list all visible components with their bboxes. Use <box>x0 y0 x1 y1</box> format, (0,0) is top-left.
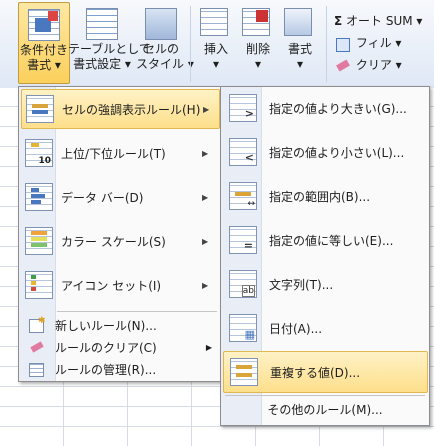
format-icon <box>284 8 316 40</box>
menu-item-label: カラー スケール(S) <box>61 234 166 249</box>
submenu-arrow-icon: ▶ <box>202 280 209 290</box>
insert-button[interactable]: 挿入 ▾ <box>196 2 236 82</box>
submenu-item-label: 指定の範囲内(B)... <box>269 189 371 204</box>
highlight-rules-icon <box>26 95 54 123</box>
submenu-item-more-rules[interactable]: その他のルール(M)... <box>221 399 429 421</box>
submenu-item-duplicate-values[interactable]: 重複する値(D)... <box>223 351 428 393</box>
date-icon: ▦ <box>229 314 257 342</box>
menu-item-highlight-rules[interactable]: セルの強調表示ルール(H) ▶ <box>21 89 220 129</box>
less-than-icon: < <box>229 138 257 166</box>
menu-item-label: ルールの管理(R)... <box>55 362 157 377</box>
menu-item-color-scales[interactable]: カラー スケール(S) ▶ <box>21 221 218 261</box>
format-as-table-icon <box>86 8 118 40</box>
submenu-item-label: 指定の値より大きい(G)... <box>269 101 407 116</box>
menu-separator <box>225 395 425 396</box>
clear-label: クリア <box>355 58 392 72</box>
sigma-icon: Σ <box>334 14 343 28</box>
fill-label: フィル <box>355 36 392 50</box>
submenu-item-label: 指定の値より小さい(L)... <box>269 145 405 160</box>
menu-item-data-bars[interactable]: データ バー(D) ▶ <box>21 177 218 217</box>
format-dropdown-arrow[interactable]: ▾ <box>280 57 320 72</box>
ribbon-separator <box>190 6 191 82</box>
submenu-item-between[interactable]: ↔ 指定の範囲内(B)... <box>223 175 426 217</box>
clear-button[interactable]: クリア ▾ <box>334 54 422 76</box>
submenu-item-greater-than[interactable]: > 指定の値より大きい(G)... <box>223 87 426 129</box>
delete-label: 削除 <box>245 42 270 56</box>
conditional-formatting-label-1: 条件付き <box>19 43 68 57</box>
submenu-item-label: 重複する値(D)... <box>270 365 361 380</box>
menu-item-label: 新しいルール(N)... <box>55 318 157 333</box>
menu-item-clear-rules[interactable]: ルールのクリア(C) ▶ <box>21 337 218 357</box>
submenu-item-date[interactable]: ▦ 日付(A)... <box>223 307 426 349</box>
greater-than-icon: > <box>229 94 257 122</box>
menu-item-label: 上位/下位ルール(T) <box>61 146 166 161</box>
submenu-arrow-icon: ▶ <box>202 192 209 202</box>
menu-item-new-rule[interactable]: ✱ 新しいルール(N)... <box>21 315 218 335</box>
conditional-formatting-menu: セルの強調表示ルール(H) ▶ 10 上位/下位ルール(T) ▶ データ バー(… <box>18 86 222 382</box>
menu-item-label: ルールのクリア(C) <box>55 340 157 355</box>
conditional-formatting-icon <box>28 9 60 41</box>
text-contains-icon: ab <box>229 270 257 298</box>
format-as-table-label-1: テーブルとして <box>68 42 151 56</box>
menu-item-icon-sets[interactable]: アイコン セット(I) ▶ <box>21 265 218 305</box>
submenu-arrow-icon: ▶ <box>202 148 209 158</box>
editing-group: Σ オート SUM ▾ フィル ▾ クリア ▾ <box>334 10 422 76</box>
delete-icon <box>242 8 274 40</box>
equal-to-icon: = <box>229 226 257 254</box>
submenu-arrow-icon: ▶ <box>202 236 209 246</box>
cell-styles-icon <box>145 8 177 40</box>
color-scales-icon <box>25 227 53 255</box>
submenu-item-equal-to[interactable]: = 指定の値に等しい(E)... <box>223 219 426 261</box>
menu-item-label: アイコン セット(I) <box>61 278 162 293</box>
submenu-item-text-contains[interactable]: ab 文字列(T)... <box>223 263 426 305</box>
insert-label: 挿入 <box>203 42 228 56</box>
ribbon: 条件付き 書式 ▾ テーブルとして 書式設定 ▾ セルの スタイル ▾ 挿入 ▾… <box>0 0 434 89</box>
format-label: 書式 <box>287 42 312 56</box>
menu-item-manage-rules[interactable]: ルールの管理(R)... <box>21 359 218 379</box>
duplicate-values-icon <box>230 358 258 386</box>
manage-rules-icon <box>29 362 45 377</box>
new-rule-icon: ✱ <box>29 316 46 333</box>
format-as-table-label-2: 書式設定 ▾ <box>73 57 131 71</box>
fill-button[interactable]: フィル ▾ <box>334 32 422 54</box>
delete-dropdown-arrow[interactable]: ▾ <box>238 57 278 72</box>
autosum-label: オート SUM <box>346 14 413 28</box>
submenu-arrow-icon: ▶ <box>205 342 212 352</box>
menu-item-label: セルの強調表示ルール(H) <box>62 102 201 117</box>
delete-button[interactable]: 削除 ▾ <box>238 2 278 82</box>
conditional-formatting-label-2: 書式 ▾ <box>27 58 61 72</box>
cell-styles-label-2: スタイル ▾ <box>136 57 194 71</box>
menu-separator <box>57 311 217 312</box>
cell-styles-button[interactable]: セルの スタイル ▾ <box>136 2 194 82</box>
highlight-rules-submenu: > 指定の値より大きい(G)... < 指定の値より小さい(L)... ↔ 指定… <box>220 86 430 426</box>
eraser-icon <box>334 58 352 74</box>
icon-sets-icon <box>25 271 53 299</box>
format-as-table-button[interactable]: テーブルとして 書式設定 ▾ <box>68 2 151 82</box>
submenu-item-label: 文字列(T)... <box>269 277 334 292</box>
autosum-button[interactable]: Σ オート SUM ▾ <box>334 10 422 32</box>
submenu-item-label: 指定の値に等しい(E)... <box>269 233 394 248</box>
format-button[interactable]: 書式 ▾ <box>280 2 320 82</box>
insert-dropdown-arrow[interactable]: ▾ <box>196 57 236 72</box>
submenu-item-less-than[interactable]: < 指定の値より小さい(L)... <box>223 131 426 173</box>
submenu-arrow-icon: ▶ <box>203 104 210 114</box>
submenu-item-label: 日付(A)... <box>269 321 323 336</box>
menu-item-label: データ バー(D) <box>61 190 144 205</box>
menu-item-top-bottom[interactable]: 10 上位/下位ルール(T) ▶ <box>21 133 218 173</box>
insert-icon <box>200 8 232 40</box>
clear-rules-icon <box>29 340 45 354</box>
between-icon: ↔ <box>229 182 257 210</box>
cell-styles-label-1: セルの <box>142 42 179 56</box>
conditional-formatting-button[interactable]: 条件付き 書式 ▾ <box>18 2 70 84</box>
top-bottom-icon: 10 <box>25 139 53 167</box>
fill-down-icon <box>334 36 352 52</box>
data-bars-icon <box>25 183 53 211</box>
ribbon-separator <box>326 6 327 82</box>
